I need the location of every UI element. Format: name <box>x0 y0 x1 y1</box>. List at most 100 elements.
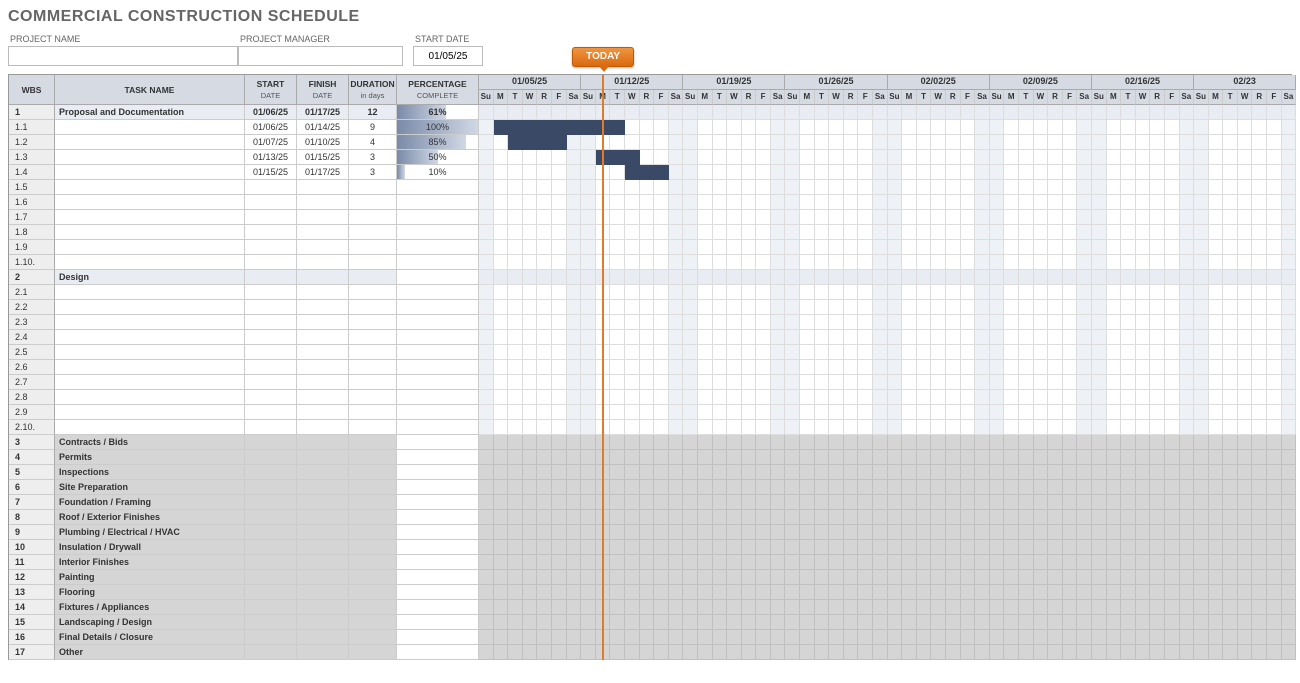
day-cell[interactable] <box>756 600 771 615</box>
day-cell[interactable] <box>1136 225 1151 240</box>
day-cell[interactable] <box>1121 315 1136 330</box>
day-cell[interactable] <box>654 570 669 585</box>
day-cell[interactable] <box>1165 390 1180 405</box>
day-cell[interactable] <box>1180 270 1195 285</box>
day-cell[interactable] <box>1209 615 1224 630</box>
day-cell[interactable] <box>1019 210 1034 225</box>
day-cell[interactable] <box>1252 195 1267 210</box>
day-cell[interactable] <box>508 330 523 345</box>
day-cell[interactable] <box>479 405 494 420</box>
day-cell[interactable] <box>625 465 640 480</box>
day-cell[interactable] <box>640 315 655 330</box>
day-cell[interactable] <box>1282 150 1297 165</box>
finish-date-cell[interactable]: 01/17/25 <box>297 165 349 180</box>
day-cell[interactable] <box>785 105 800 120</box>
day-cell[interactable] <box>858 120 873 135</box>
day-cell[interactable] <box>873 300 888 315</box>
day-cell[interactable] <box>931 570 946 585</box>
day-cell[interactable] <box>1077 450 1092 465</box>
day-cell[interactable] <box>1048 615 1063 630</box>
day-cell[interactable] <box>1180 615 1195 630</box>
day-cell[interactable] <box>961 105 976 120</box>
wbs-cell[interactable]: 6 <box>9 480 55 495</box>
day-cell[interactable] <box>1165 570 1180 585</box>
day-cell[interactable] <box>1019 630 1034 645</box>
day-cell[interactable] <box>975 150 990 165</box>
day-cell[interactable] <box>669 615 684 630</box>
day-cell[interactable] <box>1194 315 1209 330</box>
day-cell[interactable] <box>727 150 742 165</box>
day-cell[interactable] <box>1282 540 1297 555</box>
day-cell[interactable] <box>1209 555 1224 570</box>
day-cell[interactable] <box>683 600 698 615</box>
day-cell[interactable] <box>829 210 844 225</box>
day-cell[interactable] <box>727 300 742 315</box>
day-cell[interactable] <box>683 465 698 480</box>
day-cell[interactable] <box>1136 240 1151 255</box>
day-cell[interactable] <box>1107 135 1122 150</box>
day-cell[interactable] <box>931 210 946 225</box>
day-cell[interactable] <box>858 105 873 120</box>
day-cell[interactable] <box>1150 495 1165 510</box>
day-cell[interactable] <box>742 240 757 255</box>
day-cell[interactable] <box>508 180 523 195</box>
day-cell[interactable] <box>902 105 917 120</box>
task-cell[interactable] <box>55 375 245 390</box>
day-cell[interactable] <box>1238 150 1253 165</box>
day-cell[interactable] <box>669 120 684 135</box>
day-cell[interactable] <box>713 585 728 600</box>
day-cell[interactable] <box>494 225 509 240</box>
start-date-cell[interactable] <box>245 345 297 360</box>
day-cell[interactable] <box>931 225 946 240</box>
day-cell[interactable] <box>1077 240 1092 255</box>
day-cell[interactable] <box>815 270 830 285</box>
day-cell[interactable] <box>1077 150 1092 165</box>
day-cell[interactable] <box>1092 600 1107 615</box>
finish-date-cell[interactable] <box>297 180 349 195</box>
day-cell[interactable] <box>858 300 873 315</box>
day-cell[interactable] <box>1238 390 1253 405</box>
day-cell[interactable] <box>1165 240 1180 255</box>
day-cell[interactable] <box>1180 495 1195 510</box>
task-cell[interactable]: Interior Finishes <box>55 555 245 570</box>
day-cell[interactable] <box>581 240 596 255</box>
day-cell[interactable] <box>800 615 815 630</box>
day-cell[interactable] <box>961 510 976 525</box>
day-cell[interactable] <box>1121 450 1136 465</box>
day-cell[interactable] <box>975 330 990 345</box>
day-cell[interactable] <box>1165 165 1180 180</box>
day-cell[interactable] <box>479 165 494 180</box>
day-cell[interactable] <box>961 120 976 135</box>
day-cell[interactable] <box>1121 420 1136 435</box>
day-cell[interactable] <box>567 525 582 540</box>
day-cell[interactable] <box>1252 240 1267 255</box>
day-cell[interactable] <box>931 420 946 435</box>
day-cell[interactable] <box>1180 105 1195 120</box>
day-cell[interactable] <box>858 285 873 300</box>
day-cell[interactable] <box>508 195 523 210</box>
day-cell[interactable] <box>1092 285 1107 300</box>
day-cell[interactable] <box>756 630 771 645</box>
gantt-bar-cell[interactable] <box>581 120 596 135</box>
day-cell[interactable] <box>1121 225 1136 240</box>
day-cell[interactable] <box>1150 285 1165 300</box>
day-cell[interactable] <box>888 315 903 330</box>
day-cell[interactable] <box>1121 525 1136 540</box>
day-cell[interactable] <box>990 585 1005 600</box>
day-cell[interactable] <box>523 105 538 120</box>
day-cell[interactable] <box>785 300 800 315</box>
day-cell[interactable] <box>844 300 859 315</box>
day-cell[interactable] <box>815 225 830 240</box>
day-cell[interactable] <box>537 480 552 495</box>
day-cell[interactable] <box>1004 450 1019 465</box>
day-cell[interactable] <box>1019 285 1034 300</box>
day-cell[interactable] <box>1209 570 1224 585</box>
day-cell[interactable] <box>1004 465 1019 480</box>
day-cell[interactable] <box>683 180 698 195</box>
day-cell[interactable] <box>756 315 771 330</box>
day-cell[interactable] <box>494 390 509 405</box>
day-cell[interactable] <box>800 630 815 645</box>
day-cell[interactable] <box>815 330 830 345</box>
day-cell[interactable] <box>1209 540 1224 555</box>
day-cell[interactable] <box>1282 210 1297 225</box>
